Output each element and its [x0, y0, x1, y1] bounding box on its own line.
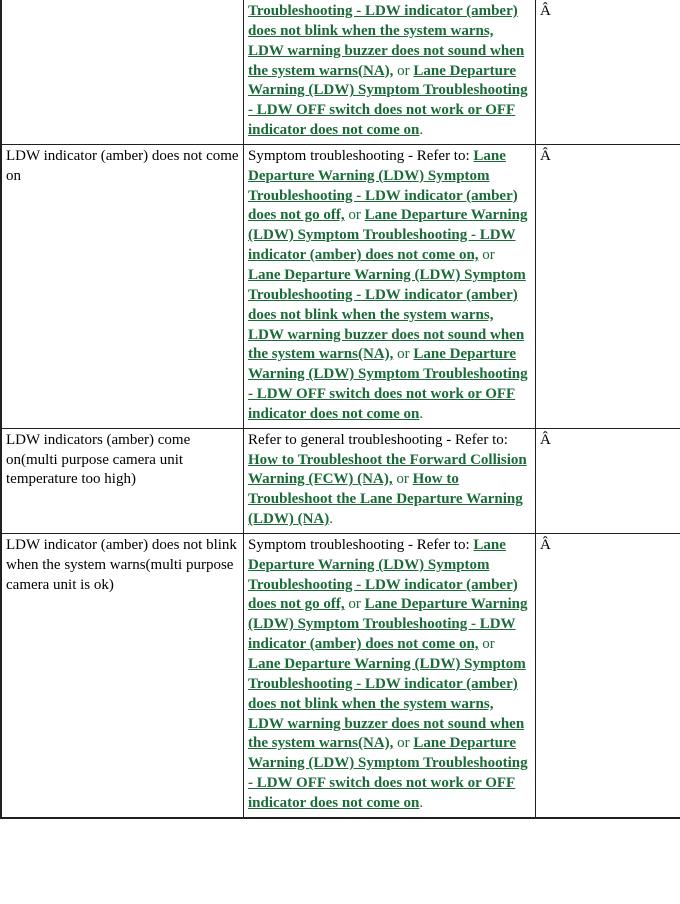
symptom-text: LDW indicator (amber) does not come on	[6, 147, 239, 184]
symptom-cell: LDW indicator (amber) does not blink whe…	[0, 532, 244, 819]
nbsp-artifact-text: Â	[540, 536, 551, 553]
nbsp-artifact-text: Â	[540, 147, 551, 164]
link-separator-or: or	[392, 471, 413, 488]
action-cell: Troubleshooting - LDW indicator (amber) …	[243, 0, 536, 145]
link-separator-or: or	[393, 62, 414, 79]
symptom-text: LDW indicators (amber) come on(multi pur…	[6, 431, 191, 488]
symptom-text: LDW indicator (amber) does not blink whe…	[6, 536, 237, 593]
extra-cell: Â	[535, 143, 680, 429]
troubleshooting-table: Troubleshooting - LDW indicator (amber) …	[0, 0, 680, 819]
table-row: LDW indicator (amber) does not come on Sy…	[0, 143, 680, 429]
action-prefix-text: Symptom troubleshooting - Refer to:	[248, 147, 474, 164]
table-row: LDW indicators (amber) come on(multi pur…	[0, 427, 680, 534]
link-separator-or: or	[478, 636, 495, 653]
link-separator-or: or	[393, 735, 414, 752]
link-separator-or: or	[478, 247, 495, 264]
action-prefix-text: Symptom troubleshooting - Refer to:	[248, 536, 474, 553]
table-row: LDW indicator (amber) does not blink whe…	[0, 532, 680, 819]
action-cell: Symptom troubleshooting - Refer to: Lane…	[243, 532, 536, 819]
link-separator-or: or	[393, 346, 414, 363]
action-cell: Symptom troubleshooting - Refer to: Lane…	[243, 143, 536, 429]
nbsp-artifact-text: Â	[540, 3, 551, 19]
sentence-period: .	[419, 794, 424, 811]
sentence-period: .	[329, 511, 333, 528]
symptom-cell: LDW indicators (amber) come on(multi pur…	[0, 427, 244, 534]
extra-cell: Â	[535, 532, 680, 819]
symptom-cell: LDW indicator (amber) does not come on	[0, 143, 244, 429]
extra-cell: Â	[535, 427, 680, 534]
table-row: Troubleshooting - LDW indicator (amber) …	[0, 0, 680, 145]
symptom-cell	[0, 0, 244, 145]
sentence-period: .	[419, 122, 424, 139]
link-separator-or: or	[344, 207, 365, 224]
nbsp-artifact-text: Â	[540, 431, 551, 448]
link-separator-or: or	[344, 596, 365, 613]
extra-cell: Â	[535, 0, 680, 145]
table-body: Troubleshooting - LDW indicator (amber) …	[0, 0, 680, 819]
action-prefix-text: Refer to general troubleshooting - Refer…	[248, 431, 508, 448]
action-cell: Refer to general troubleshooting - Refer…	[243, 427, 536, 534]
sentence-period: .	[419, 405, 424, 422]
cross-reference-link[interactable]: How to Troubleshoot the Forward Collisio…	[248, 452, 527, 488]
